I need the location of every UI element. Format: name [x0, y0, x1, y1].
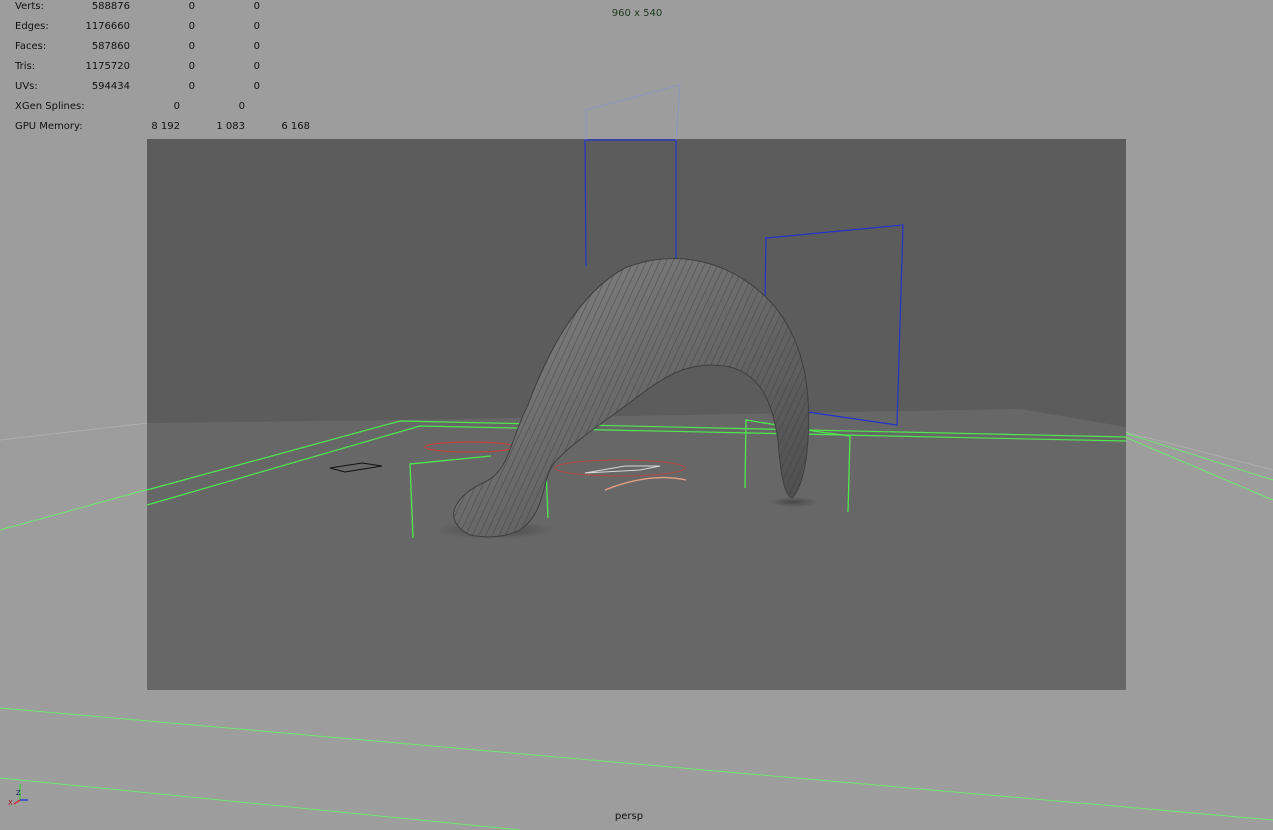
- hud-label: Edges:: [15, 21, 49, 32]
- hud-label: GPU Memory:: [15, 121, 83, 132]
- hud-value-selected: 0: [188, 41, 195, 52]
- hud-value-triangles: 0: [253, 81, 260, 92]
- hud-row-gpu-memory: GPU Memory: 8 192 1 083 6 168: [0, 120, 340, 140]
- hud-value-total: 588876: [91, 1, 130, 12]
- worm-shadow-right: [768, 497, 818, 507]
- axis-label-z: Z: [16, 789, 21, 797]
- hud-label: Faces:: [15, 41, 47, 52]
- hud-value-triangles: 0: [253, 41, 260, 52]
- hud-value-total: 587860: [91, 41, 130, 52]
- resolution-gate: [147, 139, 1126, 690]
- axis-indicator-icon: Z X: [8, 784, 28, 807]
- hud-label: UVs:: [15, 81, 38, 92]
- hud-value-triangles: 0: [253, 1, 260, 12]
- hud-value-total: 1175720: [85, 61, 130, 72]
- hud-label: Tris:: [15, 61, 36, 72]
- hud-value-total: 594434: [91, 81, 130, 92]
- resolution-gate-label: 960 x 540: [611, 8, 663, 19]
- hud-value-selected: 0: [188, 61, 195, 72]
- hud-value-triangles: 0: [253, 21, 260, 32]
- hud-value-selected: 0: [188, 1, 195, 12]
- hud-stats: Verts: 588876 0 0 Edges: 1176660 0 0 Fac…: [0, 0, 340, 140]
- hud-value-selected: 0: [188, 81, 195, 92]
- hud-value-free: 6 168: [281, 121, 310, 132]
- hud-value-total: 1176660: [85, 21, 130, 32]
- hud-value-used: 1 083: [216, 121, 245, 132]
- axis-label-x: X: [8, 799, 13, 807]
- camera-name-label: persp: [614, 811, 644, 822]
- hud-label: XGen Splines:: [15, 101, 85, 112]
- hud-value-total: 0: [173, 101, 180, 112]
- hud-value-selected: 0: [188, 21, 195, 32]
- hud-value-total: 8 192: [151, 121, 180, 132]
- hud-label: Verts:: [15, 1, 44, 12]
- hud-value-triangles: 0: [253, 61, 260, 72]
- hud-value-selected: 0: [238, 101, 245, 112]
